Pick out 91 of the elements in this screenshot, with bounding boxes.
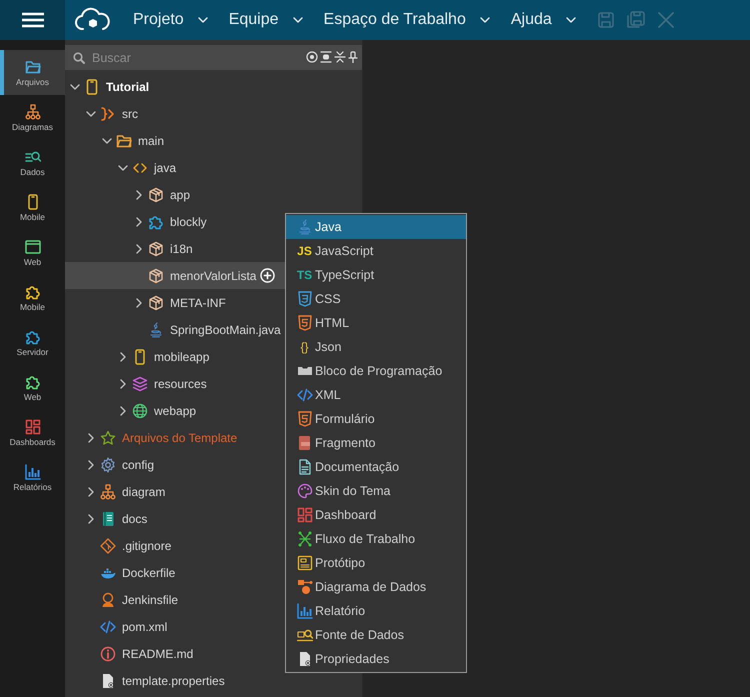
puzzle-piece-icon	[24, 284, 40, 300]
flow-icon	[296, 531, 312, 547]
package-icon	[148, 240, 164, 256]
diamond-icon	[100, 538, 116, 554]
figure-icon	[100, 592, 116, 608]
menu-item[interactable]: Documentação	[286, 455, 466, 479]
package-icon	[148, 268, 164, 284]
fragment-icon	[296, 435, 312, 451]
dashboard-icon	[24, 418, 40, 434]
menu-item[interactable]: Fonte de Dados	[286, 623, 466, 647]
pin-icon	[348, 51, 358, 63]
puzzle-piece-icon	[24, 328, 40, 344]
document-icon	[296, 459, 312, 475]
document-gear-icon	[100, 672, 116, 688]
book-icon	[100, 510, 116, 526]
ts-icon: TS	[296, 269, 312, 281]
sidebar-item[interactable]: Relatórios	[0, 455, 65, 500]
package-icon	[148, 294, 164, 310]
sidebar-item[interactable]: Dados	[0, 140, 65, 185]
sidebar-item[interactable]: Mobile	[0, 185, 65, 230]
menu-item[interactable]: Formulário	[286, 407, 466, 431]
menu-icon	[22, 12, 44, 28]
shapes-icon	[296, 579, 312, 595]
tree-item[interactable]: java	[65, 154, 362, 181]
collapse-all-icon	[334, 51, 346, 63]
globe-icon	[132, 402, 148, 418]
prototype-icon	[296, 555, 312, 571]
menu-item[interactable]: {} Json	[286, 335, 466, 359]
menu-dropdown[interactable]: Ajuda	[500, 0, 587, 40]
search-icon	[296, 627, 312, 643]
menu-item[interactable]: XML	[286, 383, 466, 407]
cloud-logo-icon	[75, 7, 110, 30]
puzzle-piece-icon	[24, 374, 40, 390]
menu-item[interactable]: Java	[286, 215, 466, 239]
html-shield-icon	[296, 315, 312, 331]
tree-item[interactable]: main	[65, 127, 362, 154]
search-field[interactable]: Buscar	[65, 45, 362, 70]
menu-item[interactable]: Dashboard	[286, 503, 466, 527]
menu-item[interactable]: CSS	[286, 287, 466, 311]
bar-chart-icon	[296, 603, 312, 619]
sidebar-item[interactable]: Web	[0, 365, 65, 410]
menu-item[interactable]: JS JavaScript	[286, 239, 466, 263]
menu-item[interactable]: Fragmento	[286, 431, 466, 455]
expand-all-icon	[320, 51, 332, 63]
puzzle-piece-icon	[148, 214, 164, 230]
info-icon	[100, 646, 116, 662]
search-icon	[73, 52, 85, 64]
menu-item[interactable]: Protótipo	[286, 551, 466, 575]
tree-item[interactable]: Tutorial	[65, 73, 362, 100]
package-icon	[148, 186, 164, 202]
dashboard-icon	[296, 507, 312, 523]
bar-chart-icon	[24, 464, 40, 480]
hierarchy-icon	[100, 484, 116, 500]
source-icon	[100, 106, 116, 122]
menu-dropdown[interactable]: Espaço de Trabalho	[314, 0, 501, 40]
js-icon: JS	[297, 245, 312, 257]
sidebar-item[interactable]: Diagramas	[0, 95, 65, 140]
coffee-cup-icon	[148, 322, 164, 338]
menu-item[interactable]: HTML	[286, 311, 466, 335]
tree-item[interactable]: app	[65, 181, 362, 208]
menu-dropdown[interactable]: Equipe	[218, 0, 314, 40]
palette-icon	[296, 483, 312, 499]
menu-item[interactable]: Relatório	[286, 599, 466, 623]
gear-icon	[100, 456, 116, 472]
target-icon	[306, 51, 318, 63]
css-shield-icon	[296, 291, 312, 307]
layers-icon	[132, 376, 148, 392]
menu-item[interactable]: Diagrama de Dados	[286, 575, 466, 599]
folder-icon	[116, 132, 132, 148]
folder-icon	[24, 58, 40, 74]
code-tag-icon	[100, 618, 116, 634]
braces-icon: {}	[300, 341, 308, 353]
tree-item[interactable]: src	[65, 100, 362, 127]
hierarchy-icon	[24, 104, 40, 120]
sidebar-item[interactable]: Dashboards	[0, 410, 65, 455]
star-icon	[100, 430, 116, 446]
add-icon	[260, 268, 276, 283]
menu-button[interactable]	[0, 0, 65, 40]
coffee-cup-icon	[296, 219, 312, 235]
browser-window-icon	[24, 238, 40, 254]
menu-item[interactable]: Bloco de Programação	[286, 359, 466, 383]
sidebar-item[interactable]: Servidor	[0, 320, 65, 365]
sidebar-item[interactable]: Arquivos	[0, 50, 65, 95]
phone-icon	[84, 78, 100, 94]
code-tag-icon	[296, 387, 312, 403]
sidebar-item[interactable]: Web	[0, 230, 65, 275]
sidebar-item[interactable]: Mobile	[0, 275, 65, 320]
menu-item[interactable]: Fluxo de Trabalho	[286, 527, 466, 551]
menu-item[interactable]: Skin do Tema	[286, 479, 466, 503]
html-shield-icon	[296, 411, 312, 427]
menu-dropdown[interactable]: Projeto	[123, 0, 219, 40]
